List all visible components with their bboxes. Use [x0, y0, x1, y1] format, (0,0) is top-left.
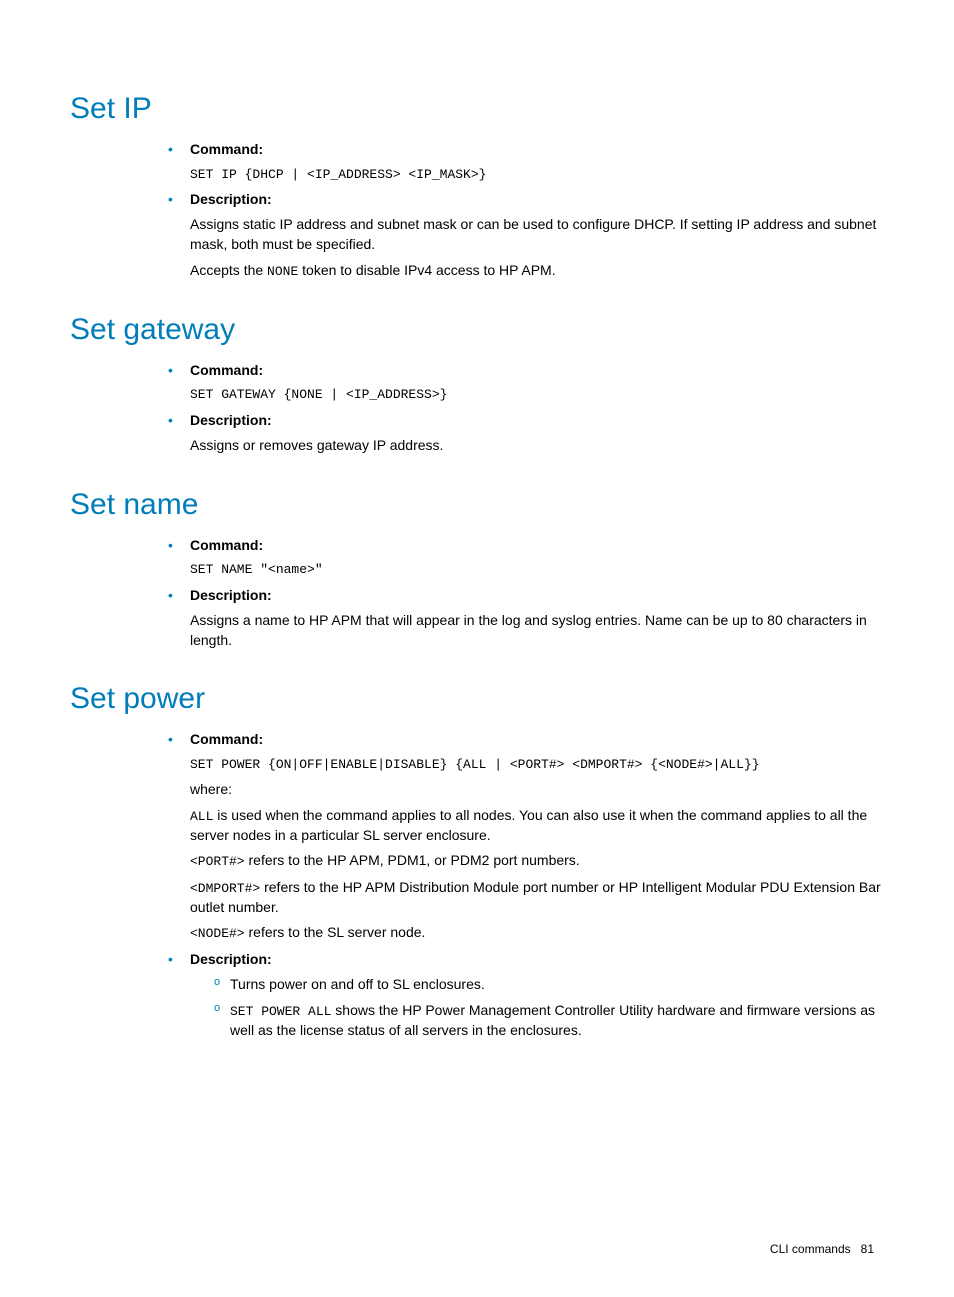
command-label: Command: [190, 362, 263, 378]
description-text: Assigns a name to HP APM that will appea… [190, 611, 884, 650]
text: refers to the HP APM Distribution Module… [190, 879, 881, 915]
param-text: ALL is used when the command applies to … [190, 806, 884, 846]
inline-code: SET POWER ALL [230, 1004, 331, 1019]
inline-code: ALL [190, 809, 213, 824]
description-label: Description: [190, 951, 272, 967]
description-label: Description: [190, 587, 272, 603]
description-text: Assigns or removes gateway IP address. [190, 436, 884, 456]
page-footer: CLI commands 81 [70, 1241, 884, 1258]
list-item: Command: SET IP {DHCP | <IP_ADDRESS> <IP… [160, 140, 884, 184]
text: is used when the command applies to all … [190, 807, 867, 843]
list-item: Turns power on and off to SL enclosures. [210, 975, 884, 995]
command-label: Command: [190, 731, 263, 747]
list-item: Command: SET NAME "<name>" [160, 536, 884, 580]
text: refers to the SL server node. [245, 924, 426, 940]
description-text: Assigns static IP address and subnet mas… [190, 215, 884, 254]
command-code: SET POWER {ON|OFF|ENABLE|DISABLE} {ALL |… [190, 756, 884, 774]
description-label: Description: [190, 191, 272, 207]
heading-set-name: Set name [70, 484, 884, 526]
command-label: Command: [190, 141, 263, 157]
list-item: Command: SET POWER {ON|OFF|ENABLE|DISABL… [160, 730, 884, 943]
description-label: Description: [190, 412, 272, 428]
command-code: SET IP {DHCP | <IP_ADDRESS> <IP_MASK>} [190, 166, 884, 184]
footer-page-number: 81 [861, 1242, 874, 1256]
command-code: SET GATEWAY {NONE | <IP_ADDRESS>} [190, 386, 884, 404]
text: token to disable IPv4 access to HP APM. [298, 262, 555, 278]
text: Accepts the [190, 262, 267, 278]
list-item: Command: SET GATEWAY {NONE | <IP_ADDRESS… [160, 361, 884, 405]
inline-code: NONE [267, 264, 298, 279]
inline-code: <DMPORT#> [190, 881, 260, 896]
heading-set-gateway: Set gateway [70, 309, 884, 351]
heading-set-ip: Set IP [70, 88, 884, 130]
command-label: Command: [190, 537, 263, 553]
inline-code: <NODE#> [190, 926, 245, 941]
param-text: <PORT#> refers to the HP APM, PDM1, or P… [190, 851, 884, 871]
list-item: Description: Assigns a name to HP APM th… [160, 586, 884, 651]
list-item: Description: Assigns or removes gateway … [160, 411, 884, 456]
text: Turns power on and off to SL enclosures. [230, 976, 485, 992]
list-item: SET POWER ALL shows the HP Power Managem… [210, 1001, 884, 1041]
param-text: <NODE#> refers to the SL server node. [190, 923, 884, 943]
command-code: SET NAME "<name>" [190, 561, 884, 579]
list-item: Description: Turns power on and off to S… [160, 950, 884, 1041]
description-text: Accepts the NONE token to disable IPv4 a… [190, 261, 884, 281]
list-item: Description: Assigns static IP address a… [160, 190, 884, 281]
inline-code: <PORT#> [190, 854, 245, 869]
where-text: where: [190, 780, 884, 800]
text: refers to the HP APM, PDM1, or PDM2 port… [245, 852, 580, 868]
param-text: <DMPORT#> refers to the HP APM Distribut… [190, 878, 884, 918]
heading-set-power: Set power [70, 678, 884, 720]
footer-section: CLI commands [770, 1242, 851, 1256]
